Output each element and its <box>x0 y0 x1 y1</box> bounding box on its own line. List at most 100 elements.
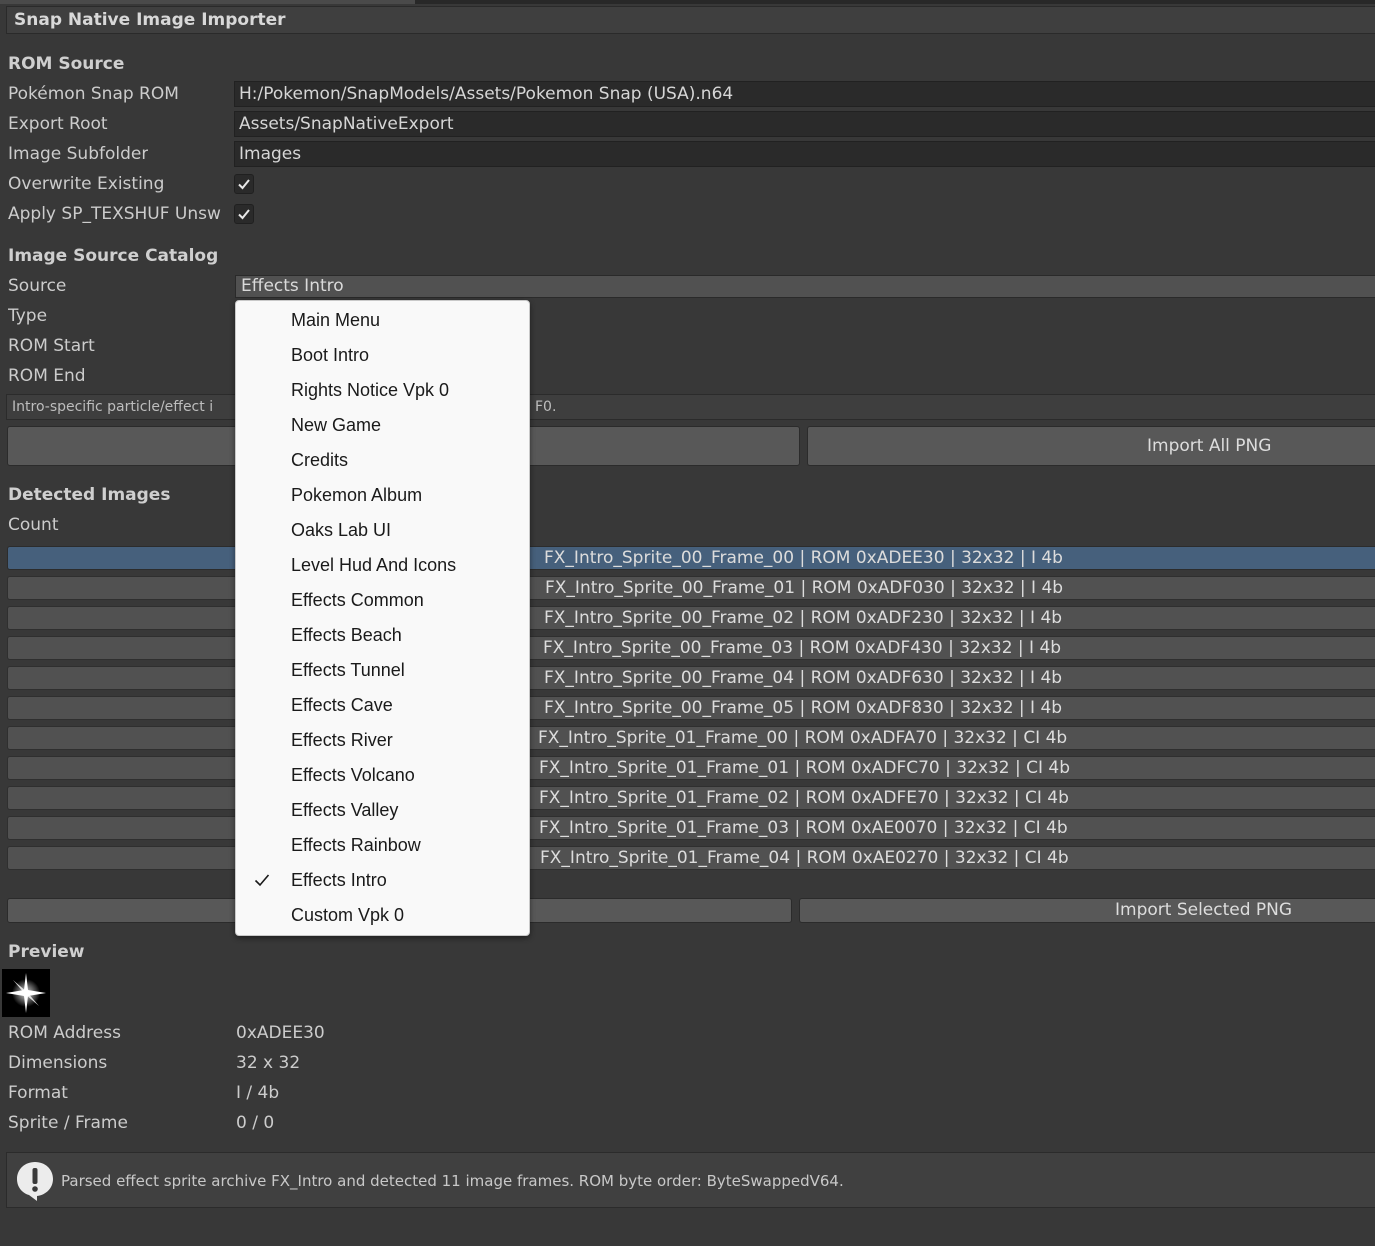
overwrite-checkbox[interactable] <box>234 174 254 194</box>
source-dropdown-menu: Main Menu Boot Intro Rights Notice Vpk 0… <box>235 300 530 936</box>
catalog-description-left: Intro-specific particle/effect i <box>12 399 214 415</box>
window-title: Snap Native Image Importer <box>14 10 286 30</box>
window-titlebar: Snap Native Image Importer <box>6 6 1375 34</box>
catalog-description-right: F0. <box>535 399 557 415</box>
source-dropdown[interactable]: Effects Intro <box>235 275 1375 298</box>
catalog-description-box: Intro-specific particle/effect i F0. <box>6 394 1375 420</box>
image-row-label: FX_Intro_Sprite_00_Frame_00 | ROM 0xADEE… <box>544 548 1063 568</box>
count-label: Count <box>8 515 59 535</box>
image-row-label: FX_Intro_Sprite_00_Frame_05 | ROM 0xADF8… <box>544 698 1063 718</box>
image-row-label: FX_Intro_Sprite_01_Frame_02 | ROM 0xADFE… <box>539 788 1069 808</box>
preview-image <box>2 969 50 1017</box>
menu-item-effects-intro[interactable]: Effects Intro <box>236 864 529 899</box>
dimensions-value: 32 x 32 <box>236 1053 301 1073</box>
menu-item-label: Effects Tunnel <box>291 660 405 680</box>
image-row[interactable]: FX_Intro_Sprite_01_Frame_02 | ROM 0xADFE… <box>7 786 1375 810</box>
rom-source-heading: ROM Source <box>8 54 125 74</box>
sprite-frame-label: Sprite / Frame <box>8 1113 128 1133</box>
image-row[interactable]: FX_Intro_Sprite_00_Frame_04 | ROM 0xADF6… <box>7 666 1375 690</box>
sparkle-icon <box>6 973 46 1013</box>
menu-item-label: Effects Rainbow <box>291 835 421 855</box>
menu-item-label: Main Menu <box>291 310 381 330</box>
status-helpbox: Parsed effect sprite archive FX_Intro an… <box>6 1152 1375 1208</box>
menu-item-effects-tunnel[interactable]: Effects Tunnel <box>236 654 529 689</box>
image-row-label: FX_Intro_Sprite_00_Frame_02 | ROM 0xADF2… <box>544 608 1063 628</box>
menu-item-effects-river[interactable]: Effects River <box>236 724 529 759</box>
menu-item-label: Effects Common <box>291 590 424 610</box>
menu-item-label: Effects River <box>291 730 393 750</box>
image-row[interactable]: FX_Intro_Sprite_01_Frame_00 | ROM 0xADFA… <box>7 726 1375 750</box>
top-tab-indicator <box>0 0 415 4</box>
menu-item-effects-beach[interactable]: Effects Beach <box>236 619 529 654</box>
source-label: Source <box>8 276 67 296</box>
image-row-label: FX_Intro_Sprite_00_Frame_04 | ROM 0xADF6… <box>544 668 1063 688</box>
menu-item-credits[interactable]: Credits <box>236 444 529 479</box>
menu-item-boot-intro[interactable]: Boot Intro <box>236 339 529 374</box>
image-subfolder-label: Image Subfolder <box>8 144 149 164</box>
image-row-label: FX_Intro_Sprite_00_Frame_01 | ROM 0xADF0… <box>545 578 1064 598</box>
image-row-label: FX_Intro_Sprite_01_Frame_01 | ROM 0xADFC… <box>539 758 1071 778</box>
menu-item-label: Custom Vpk 0 <box>291 905 405 925</box>
image-row-label: FX_Intro_Sprite_01_Frame_03 | ROM 0xAE00… <box>539 818 1068 838</box>
menu-item-effects-volcano[interactable]: Effects Volcano <box>236 759 529 794</box>
dimensions-label: Dimensions <box>8 1053 108 1073</box>
image-subfolder-field[interactable]: Images <box>234 141 1375 167</box>
image-row-label: FX_Intro_Sprite_00_Frame_03 | ROM 0xADF4… <box>543 638 1062 658</box>
menu-item-pokemon-album[interactable]: Pokemon Album <box>236 479 529 514</box>
image-row[interactable]: FX_Intro_Sprite_00_Frame_02 | ROM 0xADF2… <box>7 606 1375 630</box>
type-label: Type <box>8 306 48 326</box>
status-message: Parsed effect sprite archive FX_Intro an… <box>61 1172 844 1190</box>
rom-path-value: H:/Pokemon/SnapModels/Assets/Pokemon Sna… <box>239 84 734 104</box>
image-row-label: FX_Intro_Sprite_01_Frame_04 | ROM 0xAE02… <box>540 848 1069 868</box>
image-row[interactable]: FX_Intro_Sprite_01_Frame_01 | ROM 0xADFC… <box>7 756 1375 780</box>
rom-address-label: ROM Address <box>8 1023 121 1043</box>
menu-item-new-game[interactable]: New Game <box>236 409 529 444</box>
rom-end-label: ROM End <box>8 366 86 386</box>
checkmark-icon <box>238 179 250 190</box>
menu-item-effects-common[interactable]: Effects Common <box>236 584 529 619</box>
overwrite-label: Overwrite Existing <box>8 174 165 194</box>
menu-item-label: Level Hud And Icons <box>291 555 457 575</box>
source-dropdown-value: Effects Intro <box>241 276 344 296</box>
checkmark-icon <box>238 209 250 220</box>
menu-item-effects-rainbow[interactable]: Effects Rainbow <box>236 829 529 864</box>
menu-item-label: Effects Volcano <box>291 765 415 785</box>
image-subfolder-value: Images <box>239 144 302 164</box>
menu-item-effects-valley[interactable]: Effects Valley <box>236 794 529 829</box>
texshuf-checkbox[interactable] <box>234 204 254 224</box>
menu-item-rights-notice-vpk-0[interactable]: Rights Notice Vpk 0 <box>236 374 529 409</box>
image-row[interactable]: FX_Intro_Sprite_00_Frame_00 | ROM 0xADEE… <box>7 546 1375 570</box>
rom-label: Pokémon Snap ROM <box>8 84 179 104</box>
menu-item-label: Oaks Lab UI <box>291 520 392 540</box>
menu-item-main-menu[interactable]: Main Menu <box>236 304 529 339</box>
detected-heading: Detected Images <box>8 485 171 505</box>
menu-item-label: Effects Valley <box>291 800 399 820</box>
export-root-label: Export Root <box>8 114 108 134</box>
menu-item-custom-vpk-0[interactable]: Custom Vpk 0 <box>236 899 529 934</box>
menu-item-label: Effects Cave <box>291 695 393 715</box>
menu-item-level-hud-and-icons[interactable]: Level Hud And Icons <box>236 549 529 584</box>
checkmark-icon <box>254 874 270 887</box>
import-selected-label: Import Selected PNG <box>1115 900 1293 920</box>
menu-item-label: Boot Intro <box>291 345 370 365</box>
import-selected-button[interactable]: Import Selected PNG <box>799 898 1375 923</box>
import-all-button[interactable]: Import All PNG <box>807 426 1375 466</box>
image-row[interactable]: FX_Intro_Sprite_00_Frame_05 | ROM 0xADF8… <box>7 696 1375 720</box>
image-row[interactable]: FX_Intro_Sprite_01_Frame_03 | ROM 0xAE00… <box>7 816 1375 840</box>
rom-path-field[interactable]: H:/Pokemon/SnapModels/Assets/Pokemon Sna… <box>234 81 1375 107</box>
export-root-value: Assets/SnapNativeExport <box>239 114 454 134</box>
texshuf-label: Apply SP_TEXSHUF Unsw <box>8 204 221 224</box>
format-label: Format <box>8 1083 68 1103</box>
import-all-label: Import All PNG <box>1147 436 1272 456</box>
menu-item-label: Effects Intro <box>291 870 387 890</box>
export-root-field[interactable]: Assets/SnapNativeExport <box>234 111 1375 137</box>
image-row[interactable]: FX_Intro_Sprite_00_Frame_01 | ROM 0xADF0… <box>7 576 1375 600</box>
image-row[interactable]: FX_Intro_Sprite_01_Frame_04 | ROM 0xAE02… <box>7 846 1375 870</box>
menu-item-oaks-lab-ui[interactable]: Oaks Lab UI <box>236 514 529 549</box>
catalog-heading: Image Source Catalog <box>8 246 219 266</box>
info-icon <box>17 1162 53 1201</box>
menu-item-label: Rights Notice Vpk 0 <box>291 380 450 400</box>
image-row[interactable]: FX_Intro_Sprite_00_Frame_03 | ROM 0xADF4… <box>7 636 1375 660</box>
menu-item-effects-cave[interactable]: Effects Cave <box>236 689 529 724</box>
menu-item-label: Pokemon Album <box>291 485 423 505</box>
